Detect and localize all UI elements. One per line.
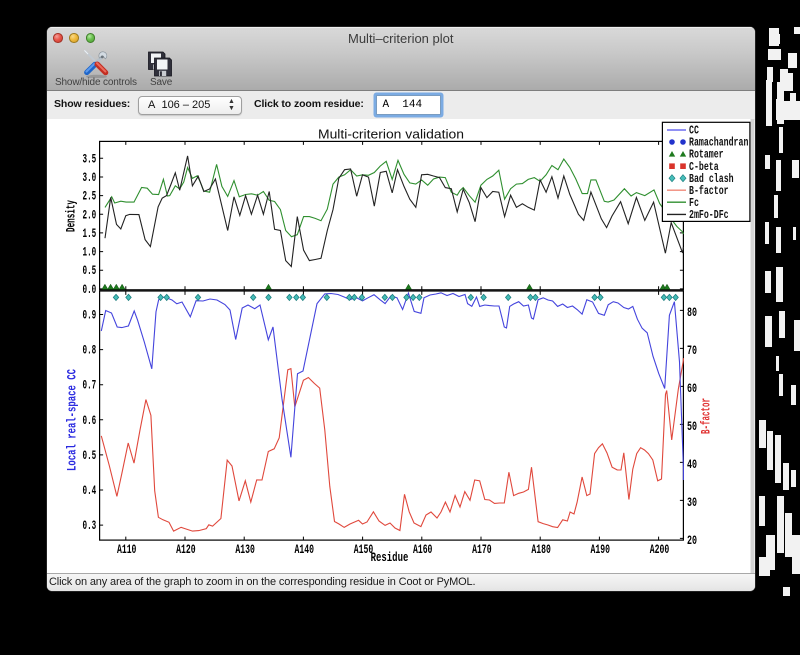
svg-text:80: 80 [687,305,697,320]
svg-text:0.7: 0.7 [83,378,97,393]
svg-text:A160: A160 [413,542,433,557]
svg-text:50: 50 [687,419,697,434]
svg-text:A200: A200 [650,542,670,557]
svg-text:2.0: 2.0 [83,208,97,223]
svg-text:20: 20 [687,533,697,548]
svg-text:60: 60 [687,381,697,396]
svg-text:A170: A170 [472,542,492,557]
svg-text:A130: A130 [235,542,255,557]
svg-text:Local real-space CC: Local real-space CC [65,369,80,471]
svg-text:0.5: 0.5 [83,448,97,463]
svg-text:0.9: 0.9 [83,308,97,323]
svg-text:70: 70 [687,343,697,358]
svg-text:0.4: 0.4 [83,483,97,498]
svg-text:Residue: Residue [371,550,409,565]
svg-text:0.5: 0.5 [83,264,97,279]
svg-text:Density: Density [64,200,79,232]
svg-text:B-factor: B-factor [699,398,714,434]
svg-text:2mFo-DFc: 2mFo-DFc [689,208,729,222]
svg-text:A190: A190 [591,542,611,557]
svg-text:A140: A140 [295,542,315,557]
svg-text:0.0: 0.0 [83,282,97,297]
svg-text:A180: A180 [531,542,551,557]
svg-text:3.0: 3.0 [83,170,97,185]
svg-text:2.5: 2.5 [83,189,97,204]
svg-text:0.3: 0.3 [83,518,97,533]
svg-text:1.5: 1.5 [83,226,97,241]
svg-text:0.6: 0.6 [83,413,97,428]
svg-text:40: 40 [687,457,697,472]
svg-text:3.5: 3.5 [83,152,97,167]
svg-text:1.0: 1.0 [83,245,97,260]
svg-text:30: 30 [687,495,697,510]
svg-text:A120: A120 [176,542,196,557]
svg-text:A110: A110 [117,542,137,557]
svg-text:0.8: 0.8 [83,343,97,358]
svg-text:Multi-criterion validation: Multi-criterion validation [318,127,464,142]
